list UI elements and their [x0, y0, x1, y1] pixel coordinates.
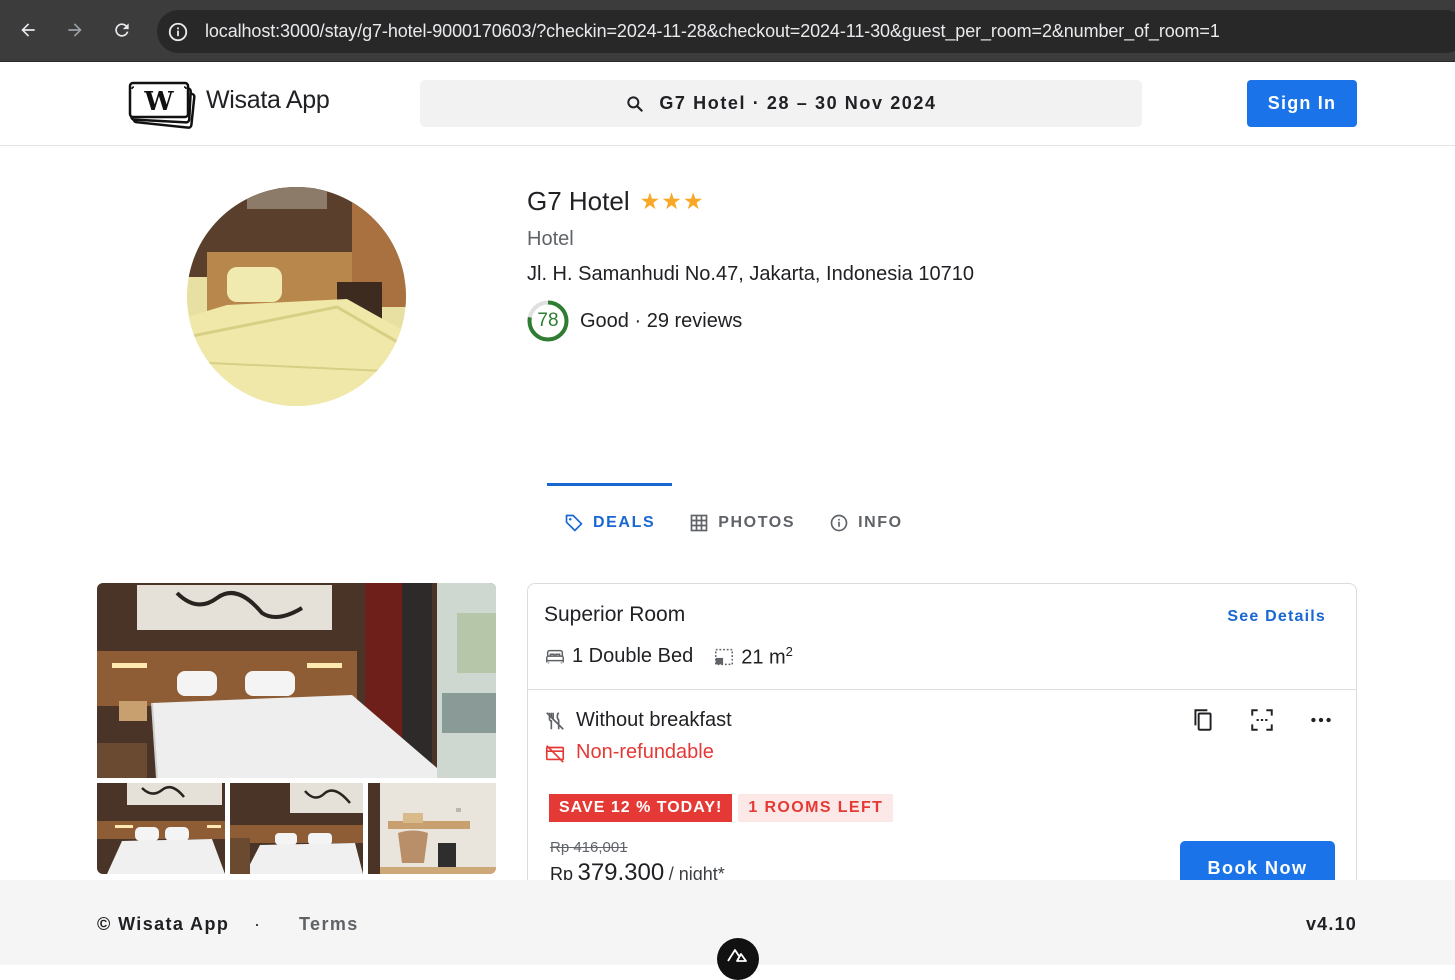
- size-value: 21 m: [741, 646, 786, 669]
- review-summary[interactable]: 78 Good · 29 reviews: [527, 300, 742, 342]
- size-unit-superscript: 2: [785, 644, 793, 659]
- terms-link[interactable]: Terms: [299, 914, 359, 935]
- original-price: Rp 416,001: [550, 839, 628, 856]
- rating-score: 78: [537, 310, 559, 331]
- hotel-address: Jl. H. Samanhudi No.47, Jakarta, Indones…: [527, 263, 974, 285]
- grid-icon: [690, 514, 708, 532]
- hotel-type: Hotel: [527, 228, 574, 250]
- tab-photos-label: PHOTOS: [718, 514, 796, 531]
- refund-policy: Non-refundable: [544, 741, 714, 764]
- room-photo-main[interactable]: [97, 583, 496, 778]
- wisata-logo[interactable]: W: [127, 77, 197, 131]
- back-button[interactable]: [12, 14, 44, 46]
- see-details-link[interactable]: See Details: [1227, 608, 1326, 626]
- room-thumb-image: [230, 783, 363, 874]
- hotel-name-row: G7 Hotel ★★★: [527, 186, 704, 217]
- nuxt-devtools-button[interactable]: [717, 938, 759, 980]
- reload-button[interactable]: [106, 14, 138, 46]
- size-spec: 21 m2: [713, 644, 793, 670]
- more-options-button[interactable]: [1308, 707, 1334, 733]
- room-main-image: [97, 583, 496, 778]
- room-photo-thumb-2[interactable]: [230, 783, 363, 874]
- copy-button[interactable]: [1190, 707, 1216, 733]
- bed-icon: [546, 649, 564, 664]
- save-badge: SAVE 12 % TODAY!: [549, 794, 733, 822]
- room-photo-thumb-1[interactable]: [97, 783, 225, 874]
- tag-icon: [565, 514, 583, 532]
- svg-text:W: W: [143, 87, 174, 117]
- size-text: 21 m2: [741, 644, 793, 670]
- deal-badges: SAVE 12 % TODAY! 1 ROOMS LEFT: [549, 794, 894, 822]
- card-actions: [1190, 707, 1334, 733]
- tab-photos[interactable]: PHOTOS: [672, 483, 812, 563]
- room-title: Superior Room: [544, 603, 686, 626]
- refund-text: Non-refundable: [576, 741, 714, 763]
- info-icon: [830, 514, 848, 532]
- address-bar[interactable]: localhost:3000/stay/g7-hotel-9000170603/…: [157, 10, 1455, 53]
- scan-button[interactable]: [1249, 707, 1275, 733]
- no-food-icon: [546, 711, 564, 730]
- more-horizontal-icon: [1311, 717, 1331, 723]
- bed-spec: 1 Double Bed: [544, 645, 693, 668]
- brand-name[interactable]: Wisata App: [206, 86, 330, 115]
- app-header: W Wisata App G7 Hotel · 28 – 30 Nov 2024…: [0, 62, 1455, 146]
- search-icon: [627, 95, 644, 112]
- search-bar[interactable]: G7 Hotel · 28 – 30 Nov 2024: [420, 80, 1142, 127]
- bed-text: 1 Double Bed: [572, 645, 694, 668]
- copyright: © Wisata App: [97, 914, 230, 934]
- reload-icon: [115, 23, 129, 37]
- url-text[interactable]: localhost:3000/stay/g7-hotel-9000170603/…: [205, 21, 1220, 42]
- scan-icon: [1251, 709, 1273, 731]
- hotel-room-image: [187, 187, 406, 406]
- room-photo-thumb-3[interactable]: [368, 783, 496, 874]
- meal-text: Without breakfast: [576, 709, 732, 731]
- rating-text: Good · 29 reviews: [580, 309, 743, 332]
- meal-policy: Without breakfast: [544, 709, 732, 732]
- room-specs: 1 Double Bed 21 m2: [544, 644, 793, 670]
- rating-score-ring: 78: [527, 300, 569, 342]
- nuxt-logo-icon: [727, 949, 747, 962]
- tab-info-label: INFO: [858, 514, 903, 531]
- floor-area-icon: [715, 648, 734, 665]
- app-version: v4.10: [1305, 914, 1357, 934]
- room-deal-card: Superior Room See Details 1 Double Bed 2…: [527, 583, 1357, 903]
- rooms-left-badge: 1 ROOMS LEFT: [738, 794, 894, 822]
- star-rating: ★★★: [639, 188, 705, 214]
- tab-info[interactable]: INFO: [812, 483, 920, 563]
- browser-toolbar: localhost:3000/stay/g7-hotel-9000170603/…: [0, 0, 1455, 62]
- hotel-cover-photo[interactable]: [187, 187, 406, 406]
- search-query: G7 Hotel · 28 – 30 Nov 2024: [659, 93, 937, 113]
- room-thumb-image: [97, 783, 225, 874]
- footer: © Wisata App · Terms v4.10: [0, 880, 1455, 980]
- site-info-icon[interactable]: [167, 21, 189, 43]
- copy-icon: [1194, 709, 1212, 731]
- tab-deals-label: DEALS: [593, 514, 656, 531]
- sign-in-button[interactable]: Sign In: [1247, 80, 1357, 127]
- card-divider: [528, 689, 1356, 690]
- hotel-name: G7 Hotel: [527, 186, 630, 216]
- arrow-left-icon: [21, 23, 35, 37]
- hotel-tabs: DEALS PHOTOS INFO: [547, 483, 920, 543]
- no-refund-icon: [545, 744, 565, 763]
- arrow-right-icon: [68, 23, 82, 37]
- forward-button[interactable]: [59, 14, 91, 46]
- tab-deals[interactable]: DEALS: [547, 483, 673, 563]
- room-thumb-image: [368, 783, 496, 874]
- footer-separator: ·: [254, 914, 260, 934]
